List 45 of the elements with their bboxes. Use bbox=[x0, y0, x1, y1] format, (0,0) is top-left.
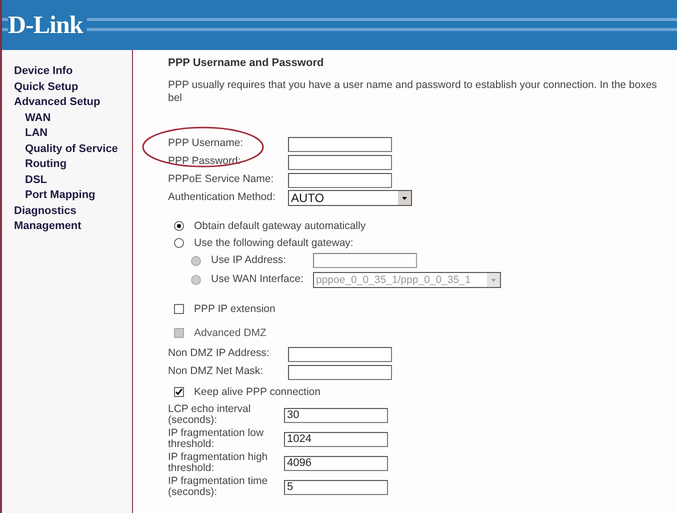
input-field[interactable] bbox=[288, 346, 392, 362]
radio-label: Use IP Address: bbox=[211, 254, 288, 266]
input-field[interactable]: 30 bbox=[284, 408, 388, 422]
radio-label: Use the following default gateway: bbox=[194, 236, 354, 248]
checkbox[interactable] bbox=[174, 387, 184, 397]
field-label: PPP Username: bbox=[168, 138, 244, 150]
radio-button[interactable] bbox=[174, 220, 184, 230]
radio-button[interactable] bbox=[174, 238, 184, 248]
sidebar-item[interactable]: LAN bbox=[14, 126, 132, 142]
page-title: PPP Username and Password bbox=[168, 56, 325, 70]
field-label: IP fragmentation low threshold: bbox=[168, 428, 265, 450]
sidebar-item[interactable]: Port Mapping bbox=[14, 188, 132, 204]
input-field[interactable] bbox=[288, 154, 392, 170]
radio-label: Obtain default gateway automatically bbox=[194, 220, 366, 232]
checkbox-label: Advanced DMZ bbox=[194, 327, 266, 339]
input-field[interactable] bbox=[288, 364, 392, 380]
input-field[interactable]: 1024 bbox=[284, 432, 388, 446]
field-label: Authentication Method: bbox=[168, 192, 276, 204]
checkbox-label: Keep alive PPP connection bbox=[194, 386, 320, 398]
input-field[interactable]: 5 bbox=[284, 480, 388, 494]
field-label: Non DMZ Net Mask: bbox=[168, 366, 264, 378]
sidebar-item[interactable]: Quick Setup bbox=[14, 80, 132, 95]
dropdown[interactable]: AUTO bbox=[288, 190, 412, 206]
sidebar-item[interactable]: Advanced Setup bbox=[14, 95, 132, 110]
radio-label: Use WAN Interface: bbox=[211, 274, 304, 286]
field-label: LCP echo interval (seconds): bbox=[168, 404, 252, 426]
sidebar-item[interactable]: Device Info bbox=[14, 64, 132, 80]
field-label: PPPoE Service Name: bbox=[168, 174, 275, 186]
input-field[interactable]: 4096 bbox=[284, 456, 388, 470]
field-label: Non DMZ IP Address: bbox=[168, 348, 270, 360]
field-label: PPP Password: bbox=[168, 156, 242, 168]
input-field[interactable] bbox=[288, 136, 392, 152]
input-field[interactable] bbox=[288, 172, 392, 188]
sidebar-item[interactable]: Diagnostics bbox=[14, 204, 132, 219]
sidebar-item[interactable]: DSL bbox=[14, 172, 132, 188]
checkbox[interactable] bbox=[174, 304, 184, 314]
sidebar-item[interactable]: Quality of Service bbox=[14, 142, 132, 157]
field-label: IP fragmentation high threshold: bbox=[168, 452, 269, 474]
sidebar-item[interactable]: WAN bbox=[14, 110, 132, 126]
checkbox-label: PPP IP extension bbox=[194, 303, 276, 315]
sidebar-item[interactable]: Routing bbox=[14, 157, 132, 172]
input-field[interactable] bbox=[313, 253, 417, 268]
sidebar-item[interactable]: Management bbox=[14, 219, 132, 234]
page-description: PPP usually requires that you have a user name and password to establish your connection. In the boxes bel bbox=[168, 79, 658, 105]
field-label: IP fragmentation time (seconds): bbox=[168, 476, 269, 498]
